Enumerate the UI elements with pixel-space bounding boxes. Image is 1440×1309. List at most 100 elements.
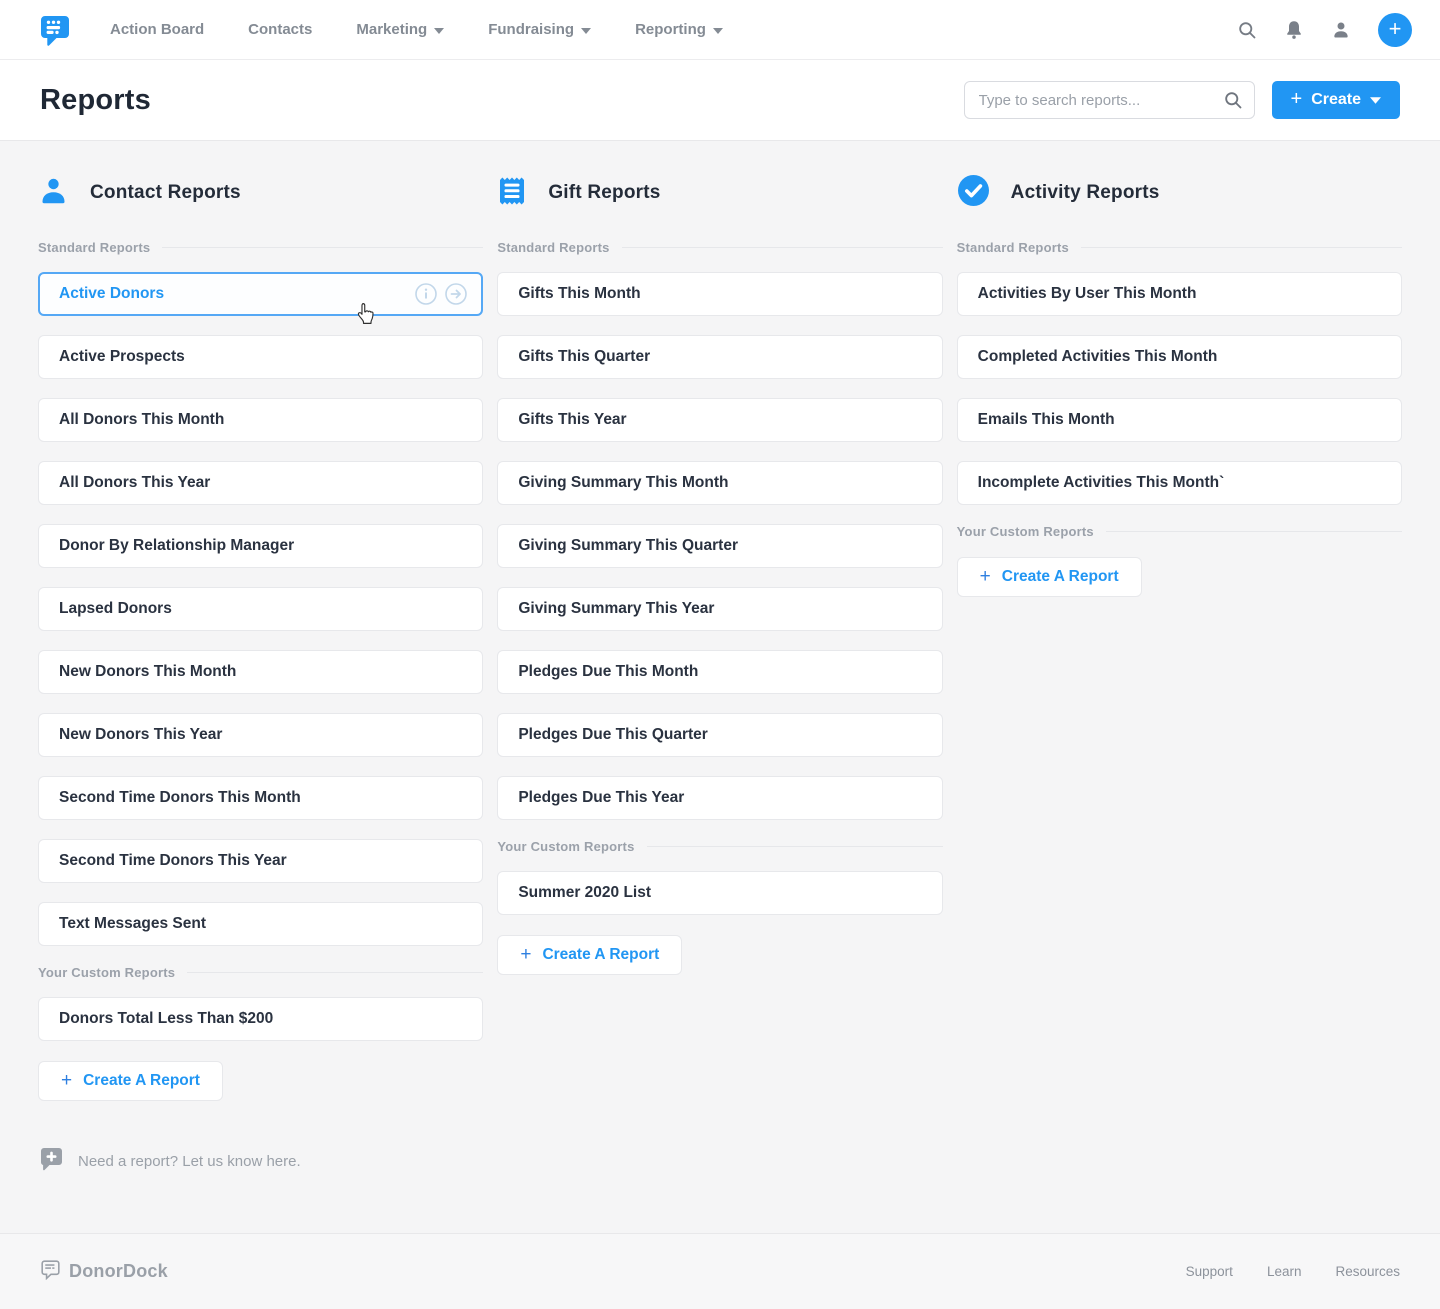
footer-brand-name: DonorDock: [69, 1261, 168, 1281]
report-card-label: Gifts This Quarter: [518, 348, 651, 365]
divider: [187, 972, 484, 973]
nav-item-fundraising[interactable]: Fundraising: [488, 21, 592, 38]
report-card-label: Completed Activities This Month: [977, 348, 1218, 365]
report-card[interactable]: Giving Summary This Month: [497, 461, 943, 505]
footer-link-learn[interactable]: Learn: [1267, 1264, 1302, 1279]
section-label: Standard Reports: [38, 240, 151, 255]
page-footer: DonorDock Support Learn Resources: [0, 1233, 1440, 1309]
header-actions: + Create: [963, 81, 1400, 119]
report-card[interactable]: All Donors This Month: [38, 398, 484, 442]
report-card[interactable]: New Donors This Month: [38, 650, 484, 694]
create-a-report-button[interactable]: + Create A Report: [497, 935, 683, 975]
search-icon[interactable]: [1223, 90, 1243, 115]
report-card-label: Active Donors: [59, 285, 165, 302]
report-card-label: Pledges Due This Quarter: [518, 726, 708, 743]
nav-item-marketing[interactable]: Marketing: [356, 21, 445, 38]
report-card-label: Active Prospects: [59, 348, 185, 365]
create-button[interactable]: + Create: [1271, 81, 1400, 119]
report-card[interactable]: Donors Total Less Than $200: [38, 997, 484, 1041]
custom-report-list: Donors Total Less Than $200: [38, 997, 484, 1041]
report-card-label: Giving Summary This Year: [518, 600, 715, 617]
nav-item-label: Fundraising: [488, 21, 575, 38]
report-card[interactable]: Gifts This Month: [497, 272, 943, 316]
report-card-label: Incomplete Activities This Month`: [977, 474, 1225, 491]
search-reports-input[interactable]: [963, 81, 1255, 119]
report-card[interactable]: Active Prospects: [38, 335, 484, 379]
footer-link-support[interactable]: Support: [1186, 1264, 1233, 1279]
custom-report-list: Summer 2020 List: [497, 871, 943, 915]
report-card[interactable]: Summer 2020 List: [497, 871, 943, 915]
report-card[interactable]: Second Time Donors This Year: [38, 839, 484, 883]
create-button-label: Create: [1311, 91, 1361, 108]
report-search: [963, 81, 1255, 119]
report-card-label: Pledges Due This Year: [518, 789, 685, 806]
report-card[interactable]: Gifts This Quarter: [497, 335, 943, 379]
report-card[interactable]: Active Donors: [38, 272, 484, 316]
report-card-label: All Donors This Month: [59, 411, 225, 428]
report-card[interactable]: Second Time Donors This Month: [38, 776, 484, 820]
user-profile-icon[interactable]: [1331, 20, 1351, 40]
standard-report-list: Gifts This Month Gifts This Quarter Gifts …: [497, 272, 943, 820]
report-card[interactable]: Text Messages Sent: [38, 902, 484, 946]
chevron-down-icon: [434, 21, 445, 38]
plus-icon: +: [520, 943, 532, 965]
section-label: Standard Reports: [956, 240, 1069, 255]
nav-item-label: Reporting: [635, 21, 706, 38]
donordock-logo-icon[interactable]: [38, 13, 72, 47]
report-card-label: Lapsed Donors: [59, 600, 172, 617]
footer-links: Support Learn Resources: [1186, 1264, 1400, 1279]
nav-item-reporting[interactable]: Reporting: [635, 21, 723, 38]
report-card-label: Second Time Donors This Year: [59, 852, 287, 869]
report-card-label: New Donors This Year: [59, 726, 223, 743]
report-card[interactable]: Donor By Relationship Manager: [38, 524, 484, 568]
section-label: Your Custom Reports: [38, 965, 176, 980]
nav-item-contacts[interactable]: Contacts: [248, 21, 312, 38]
nav-item-action-board[interactable]: Action Board: [110, 21, 204, 38]
report-card[interactable]: New Donors This Year: [38, 713, 484, 757]
report-card[interactable]: Completed Activities This Month: [956, 335, 1402, 379]
report-card-label: Second Time Donors This Month: [59, 789, 301, 806]
feedback-bubble-plus-icon: [40, 1147, 63, 1176]
report-card[interactable]: All Donors This Year: [38, 461, 484, 505]
nav-actions: +: [1237, 12, 1412, 47]
divider: [646, 846, 943, 847]
report-card[interactable]: Emails This Month: [956, 398, 1402, 442]
report-card-label: All Donors This Year: [59, 474, 211, 491]
divider: [162, 247, 484, 248]
donordock-logo-icon: [40, 1259, 61, 1285]
divider: [621, 247, 943, 248]
report-card-label: Giving Summary This Month: [518, 474, 729, 491]
divider: [1105, 531, 1402, 532]
footer-brand[interactable]: DonorDock: [40, 1259, 168, 1285]
report-card[interactable]: Pledges Due This Month: [497, 650, 943, 694]
open-report-arrow-icon[interactable]: [445, 283, 468, 305]
create-a-report-label: Create A Report: [83, 1072, 200, 1089]
footer-link-resources[interactable]: Resources: [1335, 1264, 1400, 1279]
create-a-report-button[interactable]: + Create A Report: [38, 1061, 223, 1101]
report-card-label: Activities By User This Month: [977, 285, 1197, 302]
report-card[interactable]: Pledges Due This Quarter: [497, 713, 943, 757]
report-card[interactable]: Giving Summary This Year: [497, 587, 943, 631]
report-card[interactable]: Incomplete Activities This Month`: [956, 461, 1402, 505]
section-label: Standard Reports: [497, 240, 610, 255]
chevron-down-icon: [1370, 91, 1381, 109]
report-card[interactable]: Pledges Due This Year: [497, 776, 943, 820]
activity-reports-column: Activity Reports Standard Reports Activi…: [956, 175, 1402, 1101]
column-title: Gift Reports: [548, 182, 661, 203]
nav-menu: Action Board Contacts Marketing Fundrais…: [110, 21, 723, 38]
create-a-report-button[interactable]: + Create A Report: [956, 557, 1142, 597]
need-report-link[interactable]: Need a report? Let us know here.: [78, 1153, 301, 1170]
search-icon[interactable]: [1237, 20, 1257, 40]
nav-item-label: Marketing: [356, 21, 428, 38]
report-card[interactable]: Activities By User This Month: [956, 272, 1402, 316]
notifications-bell-icon[interactable]: [1284, 19, 1304, 41]
info-icon[interactable]: [415, 283, 438, 305]
report-card[interactable]: Gifts This Year: [497, 398, 943, 442]
report-card[interactable]: Lapsed Donors: [38, 587, 484, 631]
report-card-label: Emails This Month: [977, 411, 1115, 428]
plus-icon: +: [979, 565, 991, 587]
page-header: Reports + Create: [0, 60, 1440, 141]
report-card[interactable]: Giving Summary This Quarter: [497, 524, 943, 568]
quick-add-button[interactable]: +: [1378, 12, 1412, 47]
report-card-label: Donors Total Less Than $200: [59, 1010, 274, 1027]
